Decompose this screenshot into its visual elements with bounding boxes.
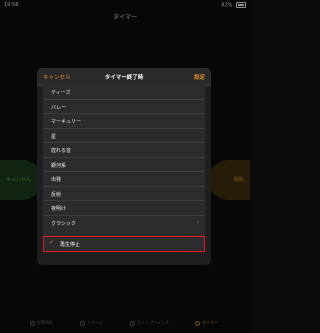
sound-item-label: 出発	[51, 177, 62, 183]
when-timer-ends-sheet: キャンセル タイマー終了時 設定 ティーズ バレー マーキュリー 星 煌れる音 …	[37, 68, 211, 265]
sound-item-star[interactable]: 星	[43, 129, 205, 143]
sound-item-label: 銀河系	[51, 162, 67, 169]
sheet-title: タイマー終了時	[104, 75, 144, 81]
sound-item-departure[interactable]: 出発	[43, 172, 205, 187]
checkmark-icon: ✓	[49, 239, 55, 246]
stop-playing-label: 再生停止	[60, 241, 81, 248]
stop-playing-option[interactable]: ✓ 再生停止	[43, 236, 205, 252]
sound-item-dawn[interactable]: 夜明け	[43, 201, 205, 216]
sound-item-label: 夜明け	[51, 206, 67, 212]
sound-item-label: 反射	[51, 191, 62, 198]
sound-item-twinkle[interactable]: 煌れる音	[43, 143, 205, 158]
sound-item-reflection[interactable]: 反射	[43, 187, 205, 201]
set-button[interactable]: 設定	[194, 73, 205, 81]
sound-item-teaser[interactable]: ティーズ	[43, 85, 205, 100]
sound-item-label: 星	[51, 133, 57, 140]
sound-list: ティーズ バレー マーキュリー 星 煌れる音 銀河系 出発 反射 夜明け クラシ…	[43, 85, 205, 238]
sound-item-label: マーキュリー	[51, 119, 82, 125]
chevron-right-icon: ›	[196, 218, 199, 226]
sound-item-mercury[interactable]: マーキュリー	[43, 114, 205, 129]
sound-item-label: バレー	[51, 104, 67, 111]
sound-item-galaxy[interactable]: 銀河系	[43, 158, 205, 172]
sound-item-label: ティーズ	[51, 90, 71, 96]
sheet-header: キャンセル タイマー終了時 設定	[37, 68, 211, 86]
sound-item-classic[interactable]: クラシック ›	[43, 216, 205, 231]
sound-item-label: クラシック	[51, 220, 76, 227]
sound-item-valley[interactable]: バレー	[43, 100, 205, 114]
sound-item-label: 煌れる音	[51, 148, 72, 154]
